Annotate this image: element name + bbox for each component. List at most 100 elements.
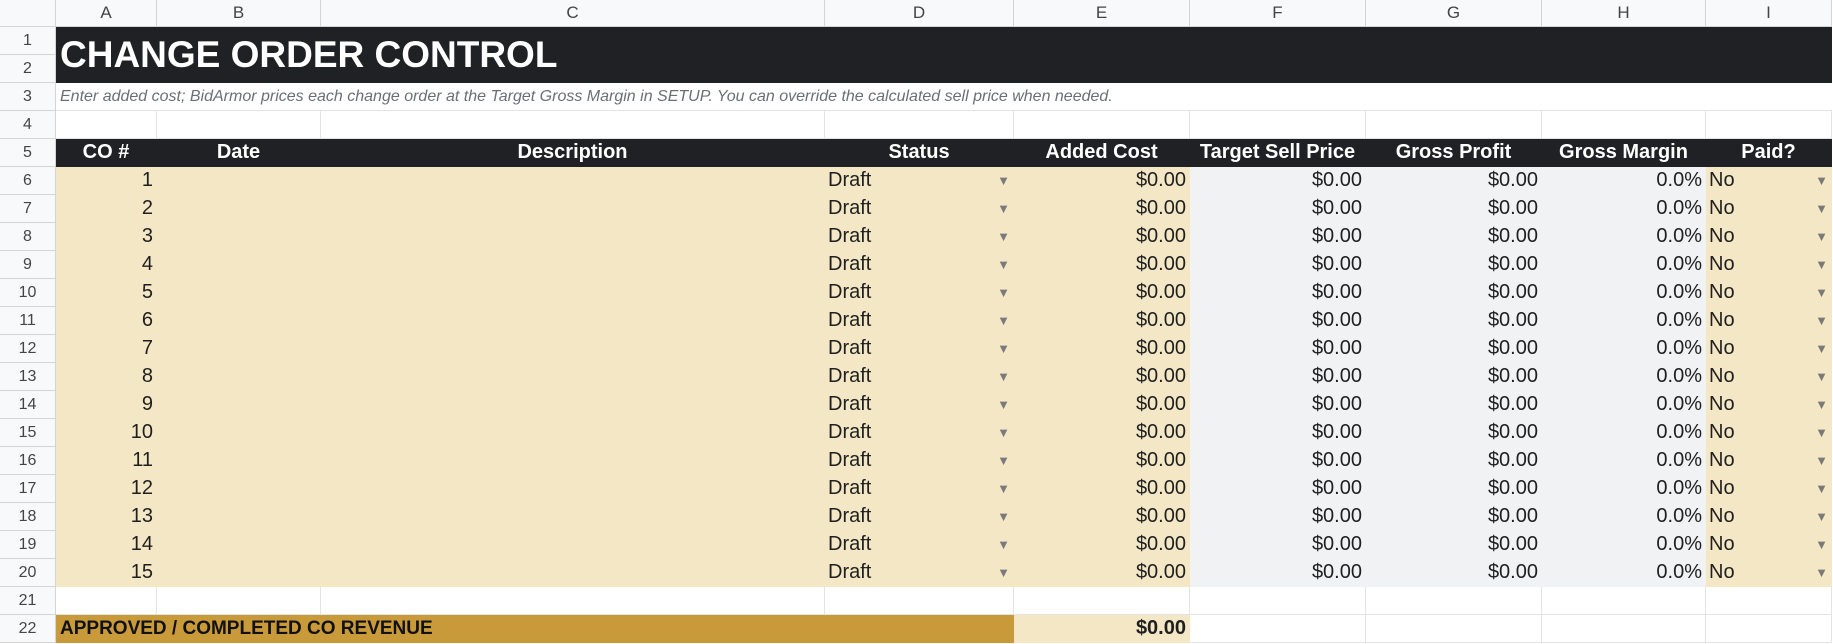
date-cell[interactable]	[157, 279, 321, 307]
row-header[interactable]: 2	[0, 55, 56, 83]
status-dropdown[interactable]: Draft ▼	[825, 307, 1014, 335]
target-sell-price-cell[interactable]: $0.00	[1190, 251, 1366, 279]
added-cost-cell[interactable]: $0.00	[1014, 279, 1190, 307]
chevron-down-icon[interactable]: ▼	[1815, 425, 1828, 440]
chevron-down-icon[interactable]: ▼	[997, 229, 1010, 244]
description-cell[interactable]	[321, 279, 825, 307]
status-dropdown[interactable]: Draft ▼	[825, 447, 1014, 475]
paid-dropdown[interactable]: No ▼	[1706, 167, 1832, 195]
target-sell-price-cell[interactable]: $0.00	[1190, 391, 1366, 419]
status-dropdown[interactable]: Draft ▼	[825, 531, 1014, 559]
paid-dropdown[interactable]: No ▼	[1706, 195, 1832, 223]
empty-cell[interactable]	[1542, 615, 1706, 643]
empty-cell[interactable]	[1014, 111, 1190, 139]
date-cell[interactable]	[157, 307, 321, 335]
chevron-down-icon[interactable]: ▼	[997, 481, 1010, 496]
chevron-down-icon[interactable]: ▼	[997, 201, 1010, 216]
row-header[interactable]: 13	[0, 363, 56, 391]
co-number-cell[interactable]: 10	[56, 419, 157, 447]
row-header[interactable]: 1	[0, 27, 56, 55]
empty-cell[interactable]	[1366, 615, 1542, 643]
added-cost-cell[interactable]: $0.00	[1014, 251, 1190, 279]
date-cell[interactable]	[157, 419, 321, 447]
empty-cell[interactable]	[1706, 111, 1832, 139]
paid-dropdown[interactable]: No ▼	[1706, 279, 1832, 307]
date-cell[interactable]	[157, 531, 321, 559]
column-header-i[interactable]: I	[1706, 0, 1832, 27]
chevron-down-icon[interactable]: ▼	[997, 537, 1010, 552]
paid-dropdown[interactable]: No ▼	[1706, 475, 1832, 503]
description-cell[interactable]	[321, 335, 825, 363]
chevron-down-icon[interactable]: ▼	[1815, 481, 1828, 496]
column-header-e[interactable]: E	[1014, 0, 1190, 27]
status-dropdown[interactable]: Draft ▼	[825, 195, 1014, 223]
empty-cell[interactable]	[1542, 111, 1706, 139]
row-header[interactable]: 15	[0, 419, 56, 447]
co-number-cell[interactable]: 5	[56, 279, 157, 307]
paid-dropdown[interactable]: No ▼	[1706, 559, 1832, 587]
added-cost-cell[interactable]: $0.00	[1014, 419, 1190, 447]
status-dropdown[interactable]: Draft ▼	[825, 419, 1014, 447]
added-cost-cell[interactable]: $0.00	[1014, 391, 1190, 419]
description-cell[interactable]	[321, 559, 825, 587]
chevron-down-icon[interactable]: ▼	[1815, 565, 1828, 580]
target-sell-price-cell[interactable]: $0.00	[1190, 279, 1366, 307]
row-header[interactable]: 20	[0, 559, 56, 587]
empty-cell[interactable]	[157, 587, 321, 615]
row-header[interactable]: 10	[0, 279, 56, 307]
target-sell-price-cell[interactable]: $0.00	[1190, 531, 1366, 559]
status-dropdown[interactable]: Draft ▼	[825, 391, 1014, 419]
co-number-cell[interactable]: 13	[56, 503, 157, 531]
target-sell-price-cell[interactable]: $0.00	[1190, 307, 1366, 335]
column-header-c[interactable]: C	[321, 0, 825, 27]
status-dropdown[interactable]: Draft ▼	[825, 167, 1014, 195]
date-cell[interactable]	[157, 223, 321, 251]
date-cell[interactable]	[157, 503, 321, 531]
added-cost-cell[interactable]: $0.00	[1014, 475, 1190, 503]
paid-dropdown[interactable]: No ▼	[1706, 503, 1832, 531]
target-sell-price-cell[interactable]: $0.00	[1190, 335, 1366, 363]
paid-dropdown[interactable]: No ▼	[1706, 363, 1832, 391]
row-header[interactable]: 21	[0, 587, 56, 615]
empty-cell[interactable]	[321, 587, 825, 615]
added-cost-cell[interactable]: $0.00	[1014, 363, 1190, 391]
column-header-d[interactable]: D	[825, 0, 1014, 27]
added-cost-cell[interactable]: $0.00	[1014, 531, 1190, 559]
co-number-cell[interactable]: 3	[56, 223, 157, 251]
column-header-a[interactable]: A	[56, 0, 157, 27]
empty-cell[interactable]	[1190, 615, 1366, 643]
date-cell[interactable]	[157, 363, 321, 391]
status-dropdown[interactable]: Draft ▼	[825, 279, 1014, 307]
chevron-down-icon[interactable]: ▼	[997, 285, 1010, 300]
row-header[interactable]: 12	[0, 335, 56, 363]
target-sell-price-cell[interactable]: $0.00	[1190, 195, 1366, 223]
added-cost-cell[interactable]: $0.00	[1014, 559, 1190, 587]
target-sell-price-cell[interactable]: $0.00	[1190, 447, 1366, 475]
chevron-down-icon[interactable]: ▼	[997, 257, 1010, 272]
paid-dropdown[interactable]: No ▼	[1706, 335, 1832, 363]
chevron-down-icon[interactable]: ▼	[997, 397, 1010, 412]
chevron-down-icon[interactable]: ▼	[1815, 369, 1828, 384]
empty-cell[interactable]	[1014, 587, 1190, 615]
description-cell[interactable]	[321, 531, 825, 559]
column-header-h[interactable]: H	[1542, 0, 1706, 27]
paid-dropdown[interactable]: No ▼	[1706, 307, 1832, 335]
co-number-cell[interactable]: 4	[56, 251, 157, 279]
chevron-down-icon[interactable]: ▼	[997, 369, 1010, 384]
chevron-down-icon[interactable]: ▼	[997, 509, 1010, 524]
description-cell[interactable]	[321, 475, 825, 503]
status-dropdown[interactable]: Draft ▼	[825, 475, 1014, 503]
date-cell[interactable]	[157, 391, 321, 419]
chevron-down-icon[interactable]: ▼	[997, 173, 1010, 188]
added-cost-cell[interactable]: $0.00	[1014, 195, 1190, 223]
chevron-down-icon[interactable]: ▼	[997, 425, 1010, 440]
added-cost-cell[interactable]: $0.00	[1014, 307, 1190, 335]
target-sell-price-cell[interactable]: $0.00	[1190, 167, 1366, 195]
column-header-g[interactable]: G	[1366, 0, 1542, 27]
row-header[interactable]: 9	[0, 251, 56, 279]
row-header[interactable]: 7	[0, 195, 56, 223]
row-header[interactable]: 17	[0, 475, 56, 503]
target-sell-price-cell[interactable]: $0.00	[1190, 223, 1366, 251]
description-cell[interactable]	[321, 391, 825, 419]
date-cell[interactable]	[157, 167, 321, 195]
